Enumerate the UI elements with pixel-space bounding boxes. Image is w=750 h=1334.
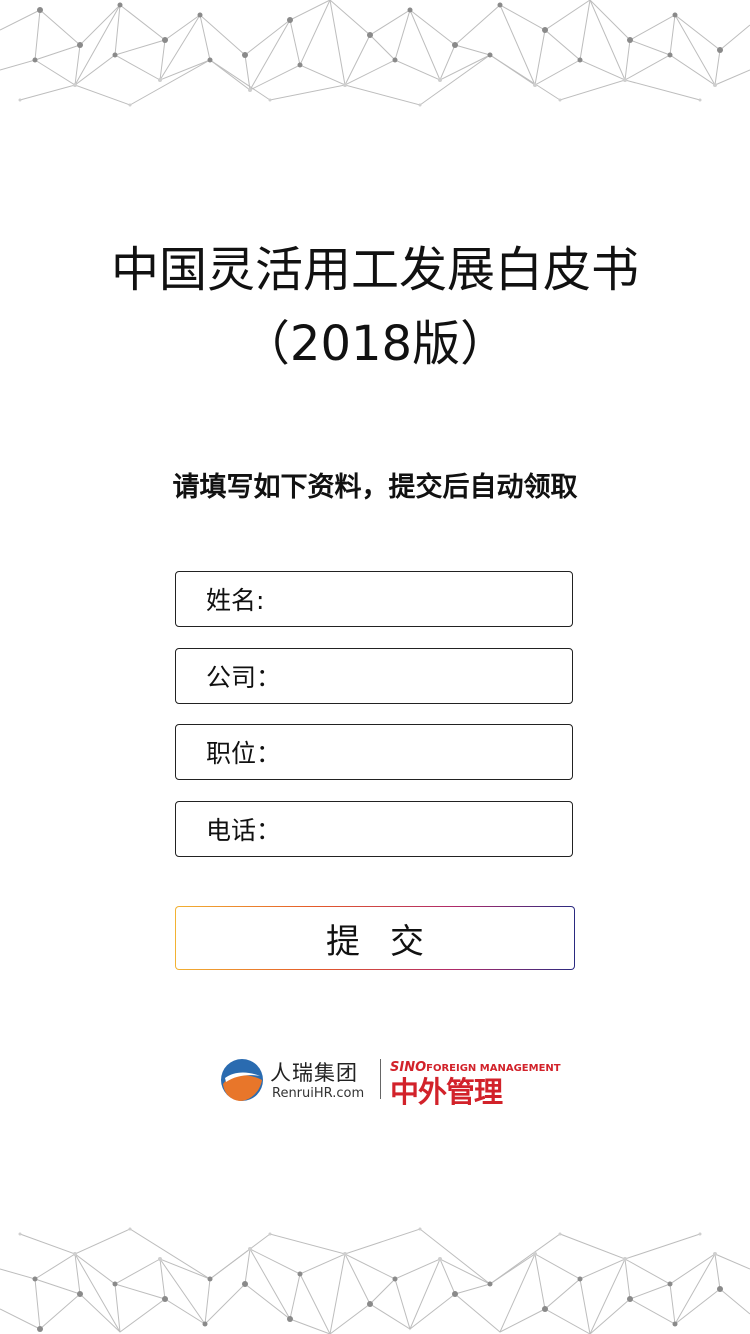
network-decoration-bottom: [0, 1227, 750, 1334]
document-title-line1: 中国灵活用工发展白皮书: [110, 242, 639, 298]
name-input[interactable]: [264, 571, 562, 627]
renrui-logo-icon: [221, 1059, 263, 1101]
phone-field-label: 电话：: [206, 816, 282, 845]
position-field[interactable]: 职位：: [175, 724, 573, 780]
submit-button[interactable]: 提交: [175, 906, 575, 970]
logo-divider: [380, 1059, 381, 1099]
footer-logos: 人瑞集团 RenruiHR.com SINOFOREIGN MANAGEMENT…: [220, 1055, 561, 1109]
name-field-label: 姓名:: [206, 586, 265, 615]
company-input[interactable]: [281, 648, 562, 704]
network-decoration-top: [0, 0, 750, 107]
position-input[interactable]: [281, 724, 562, 780]
form-instruction: 请填写如下资料，提交后自动领取: [172, 472, 578, 503]
position-field-label: 职位：: [206, 739, 282, 768]
document-title-line2: （2018版）: [241, 316, 509, 372]
renrui-url: RenruiHR.com: [272, 1086, 365, 1101]
sino-chinese-name: 中外管理: [390, 1075, 503, 1109]
renrui-group-name: 人瑞集团: [270, 1061, 358, 1085]
name-field[interactable]: 姓名:: [175, 571, 573, 627]
submit-button-label: 提交: [176, 907, 574, 969]
phone-field[interactable]: 电话：: [175, 801, 573, 857]
company-field-label: 公司：: [206, 663, 282, 692]
company-field[interactable]: 公司：: [175, 648, 573, 704]
phone-input[interactable]: [281, 801, 562, 857]
